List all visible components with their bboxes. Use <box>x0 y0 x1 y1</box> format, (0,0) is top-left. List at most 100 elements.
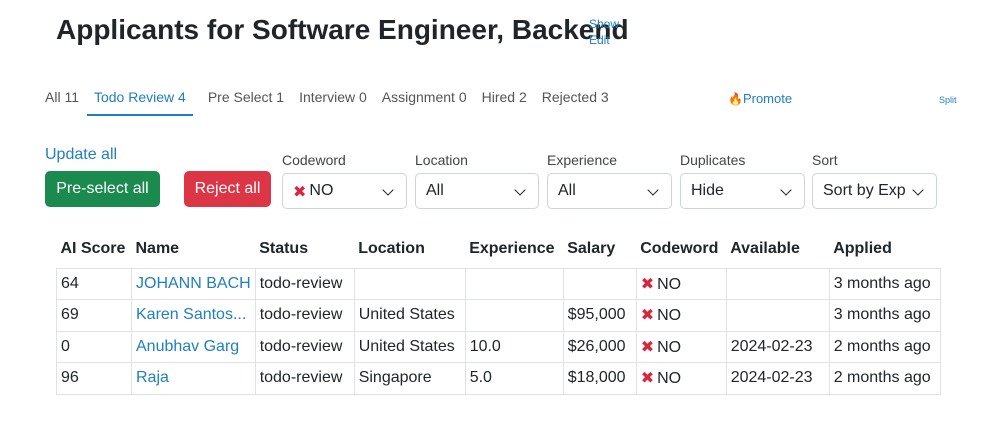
cell-available: 2024-02-23 <box>725 330 830 363</box>
promote-link[interactable]: 🔥Promote <box>728 91 792 106</box>
col-experience[interactable]: Experience <box>465 240 563 268</box>
experience-select[interactable]: All <box>547 173 672 209</box>
cell-codeword: ✖ NO <box>635 330 727 363</box>
duplicates-select-value: Hide <box>691 182 724 199</box>
cell-experience: 5.0 <box>464 362 564 395</box>
location-select[interactable]: All <box>415 173 539 209</box>
table-row: 0 Anubhav Garg todo-review United States… <box>56 330 941 363</box>
split-link[interactable]: Split <box>939 95 957 105</box>
codeword-value: NO <box>657 370 682 388</box>
col-location[interactable]: Location <box>354 240 465 268</box>
sort-filter-label: Sort <box>812 152 838 168</box>
preselect-all-button[interactable]: Pre-select all <box>45 171 160 207</box>
cell-location <box>353 267 466 300</box>
x-mark-icon: ✖ <box>293 181 307 201</box>
codeword-filter: Codeword ✖ NO <box>282 152 407 209</box>
tab-all[interactable]: All 11 <box>45 89 79 114</box>
location-filter-label: Location <box>415 152 468 168</box>
codeword-filter-label: Codeword <box>282 152 346 168</box>
cell-ai-score: 69 <box>56 299 132 332</box>
cell-experience <box>464 267 564 300</box>
show-link[interactable]: Show <box>589 17 619 31</box>
applicant-name-link[interactable]: Karen Santos... <box>136 306 246 323</box>
experience-select-value: All <box>558 182 576 199</box>
duplicates-select[interactable]: Hide <box>680 173 805 209</box>
cell-applied: 2 months ago <box>828 362 941 395</box>
applicants-table-wrap: AI Score Name Status Location Experience… <box>56 240 941 395</box>
cell-salary <box>562 267 637 300</box>
cell-salary: $95,000 <box>562 299 637 332</box>
cell-available: 2024-02-23 <box>725 362 830 395</box>
cell-salary: $26,000 <box>562 330 637 363</box>
sort-filter: Sort Sort by Exp <box>812 152 937 209</box>
cell-status: todo-review <box>254 362 355 395</box>
table-row: 69 Karen Santos... todo-review United St… <box>56 299 941 332</box>
col-applied[interactable]: Applied <box>829 240 940 268</box>
cell-ai-score: 96 <box>56 362 132 395</box>
status-tabs: All 11 Todo Review 4 Pre Select 1 Interv… <box>45 89 624 116</box>
cell-name: Raja <box>131 362 256 395</box>
cell-applied: 3 months ago <box>828 267 941 300</box>
codeword-value: NO <box>657 275 682 293</box>
cell-available <box>725 299 830 332</box>
table-row: 96 Raja todo-review Singapore 5.0 $18,00… <box>56 362 941 395</box>
x-mark-icon: ✖ <box>640 273 655 293</box>
title-links: Show Edit <box>589 17 619 47</box>
x-mark-icon: ✖ <box>640 305 655 325</box>
col-name[interactable]: Name <box>132 240 256 268</box>
tab-todo-review[interactable]: Todo Review 4 <box>86 89 193 116</box>
cell-ai-score: 64 <box>56 267 132 300</box>
chevron-down-icon <box>382 184 394 196</box>
cell-status: todo-review <box>254 267 355 300</box>
codeword-value: NO <box>657 307 682 325</box>
cell-location: United States <box>353 299 466 332</box>
cell-experience <box>464 299 564 332</box>
edit-link[interactable]: Edit <box>589 33 619 47</box>
codeword-value: NO <box>657 338 682 356</box>
col-available[interactable]: Available <box>726 240 829 268</box>
tab-pre-select[interactable]: Pre Select 1 <box>208 89 284 114</box>
reject-all-button[interactable]: Reject all <box>184 171 271 207</box>
col-salary[interactable]: Salary <box>563 240 636 268</box>
tab-hired[interactable]: Hired 2 <box>482 89 527 114</box>
cell-name: JOHANN BACH <box>131 267 256 300</box>
table-row: 64 JOHANN BACH todo-review ✖ NO 3 months … <box>56 267 941 300</box>
col-codeword[interactable]: Codeword <box>636 240 726 268</box>
cell-codeword: ✖ NO <box>635 299 727 332</box>
promote-label: Promote <box>742 91 793 106</box>
codeword-select-value: NO <box>309 182 334 199</box>
codeword-select[interactable]: ✖ NO <box>282 173 407 209</box>
cell-applied: 3 months ago <box>828 299 941 332</box>
table-header-row: AI Score Name Status Location Experience… <box>57 240 941 268</box>
update-all-link[interactable]: Update all <box>45 146 117 164</box>
cell-name: Anubhav Garg <box>131 330 256 363</box>
chevron-down-icon <box>912 184 924 196</box>
cell-location: United States <box>353 330 466 363</box>
tab-rejected[interactable]: Rejected 3 <box>542 89 609 114</box>
applicant-name-link[interactable]: JOHANN BACH <box>136 275 251 292</box>
x-mark-icon: ✖ <box>640 336 655 356</box>
page-title: Applicants for Software Engineer, Backen… <box>56 14 629 45</box>
chevron-down-icon <box>780 184 792 196</box>
sort-select-value: Sort by Exp <box>823 182 906 199</box>
applicants-page: Applicants for Software Engineer, Backen… <box>0 0 1000 440</box>
applicant-name-link[interactable]: Anubhav Garg <box>136 338 239 355</box>
chevron-down-icon <box>514 184 526 196</box>
x-mark-icon: ✖ <box>640 368 655 388</box>
cell-salary: $18,000 <box>562 362 637 395</box>
applicants-table: AI Score Name Status Location Experience… <box>56 240 941 395</box>
cell-ai-score: 0 <box>56 330 132 363</box>
cell-name: Karen Santos... <box>131 299 256 332</box>
col-ai-score[interactable]: AI Score <box>57 240 132 268</box>
tab-interview[interactable]: Interview 0 <box>299 89 367 114</box>
cell-experience: 10.0 <box>464 330 564 363</box>
cell-status: todo-review <box>254 330 355 363</box>
tab-assignment[interactable]: Assignment 0 <box>382 89 467 114</box>
cell-codeword: ✖ NO <box>635 362 727 395</box>
cell-available <box>725 267 830 300</box>
applicant-name-link[interactable]: Raja <box>136 369 169 386</box>
location-filter: Location All <box>415 152 539 209</box>
col-status[interactable]: Status <box>255 240 354 268</box>
experience-filter: Experience All <box>547 152 672 209</box>
sort-select[interactable]: Sort by Exp <box>812 173 937 209</box>
